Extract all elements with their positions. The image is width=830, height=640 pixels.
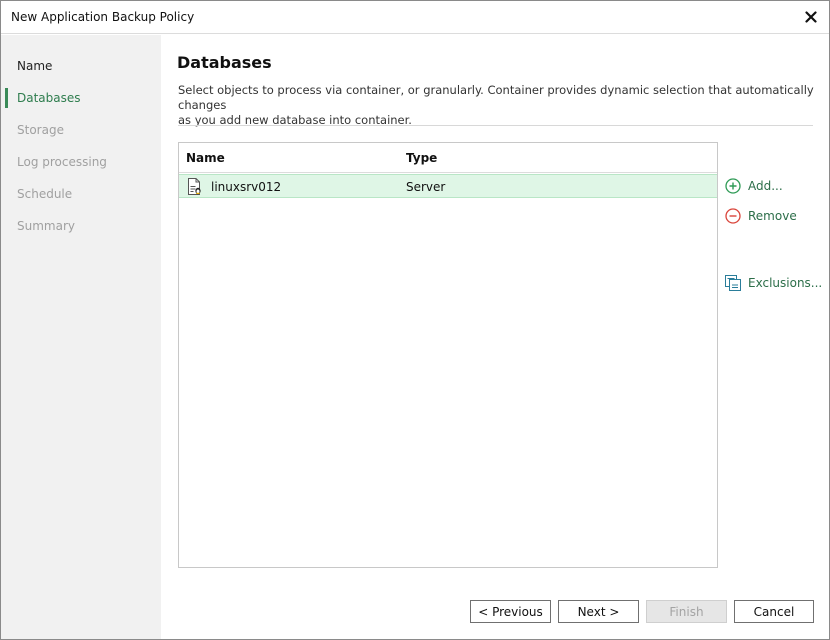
wizard-steps-sidebar: Name Databases Storage Log processing Sc… <box>1 35 161 639</box>
window-title: New Application Backup Policy <box>11 10 195 24</box>
active-step-indicator <box>5 88 8 108</box>
step-name[interactable]: Name <box>17 59 52 73</box>
step-log-processing: Log processing <box>17 155 107 169</box>
finish-button[interactable]: Finish <box>646 600 727 623</box>
exclusions-button[interactable]: Exclusions... <box>725 275 822 291</box>
step-databases[interactable]: Databases <box>17 91 81 105</box>
remove-label: Remove <box>748 209 797 223</box>
wizard-window: New Application Backup Policy Name Datab… <box>0 0 830 640</box>
description-line-1: Select objects to process via container,… <box>178 83 814 112</box>
exclusions-icon <box>725 275 741 291</box>
step-summary: Summary <box>17 219 75 233</box>
next-button[interactable]: Next > <box>558 600 639 623</box>
close-icon <box>805 11 817 23</box>
add-button[interactable]: Add... <box>725 178 783 194</box>
main-panel: Databases Select objects to process via … <box>162 35 829 639</box>
databases-table[interactable]: Name Type linuxsrv012 Server <box>178 142 718 568</box>
remove-icon <box>725 208 741 224</box>
step-storage: Storage <box>17 123 64 137</box>
remove-button[interactable]: Remove <box>725 208 797 224</box>
table-row[interactable]: linuxsrv012 Server <box>179 174 717 198</box>
title-bar: New Application Backup Policy <box>1 1 829 34</box>
row-type-cell: Server <box>406 180 446 194</box>
add-icon <box>725 178 741 194</box>
table-header: Name Type <box>179 143 717 173</box>
add-label: Add... <box>748 179 783 193</box>
linux-server-icon <box>188 178 201 195</box>
column-header-name[interactable]: Name <box>186 151 225 165</box>
cancel-button[interactable]: Cancel <box>734 600 814 623</box>
previous-button[interactable]: < Previous <box>470 600 551 623</box>
close-button[interactable] <box>799 5 823 29</box>
header-divider <box>178 125 813 126</box>
page-description: Select objects to process via container,… <box>178 83 818 128</box>
page-title: Databases <box>177 53 272 72</box>
row-name-cell: linuxsrv012 <box>211 180 282 194</box>
column-header-type[interactable]: Type <box>406 151 437 165</box>
step-schedule: Schedule <box>17 187 73 201</box>
exclusions-label: Exclusions... <box>748 276 823 290</box>
